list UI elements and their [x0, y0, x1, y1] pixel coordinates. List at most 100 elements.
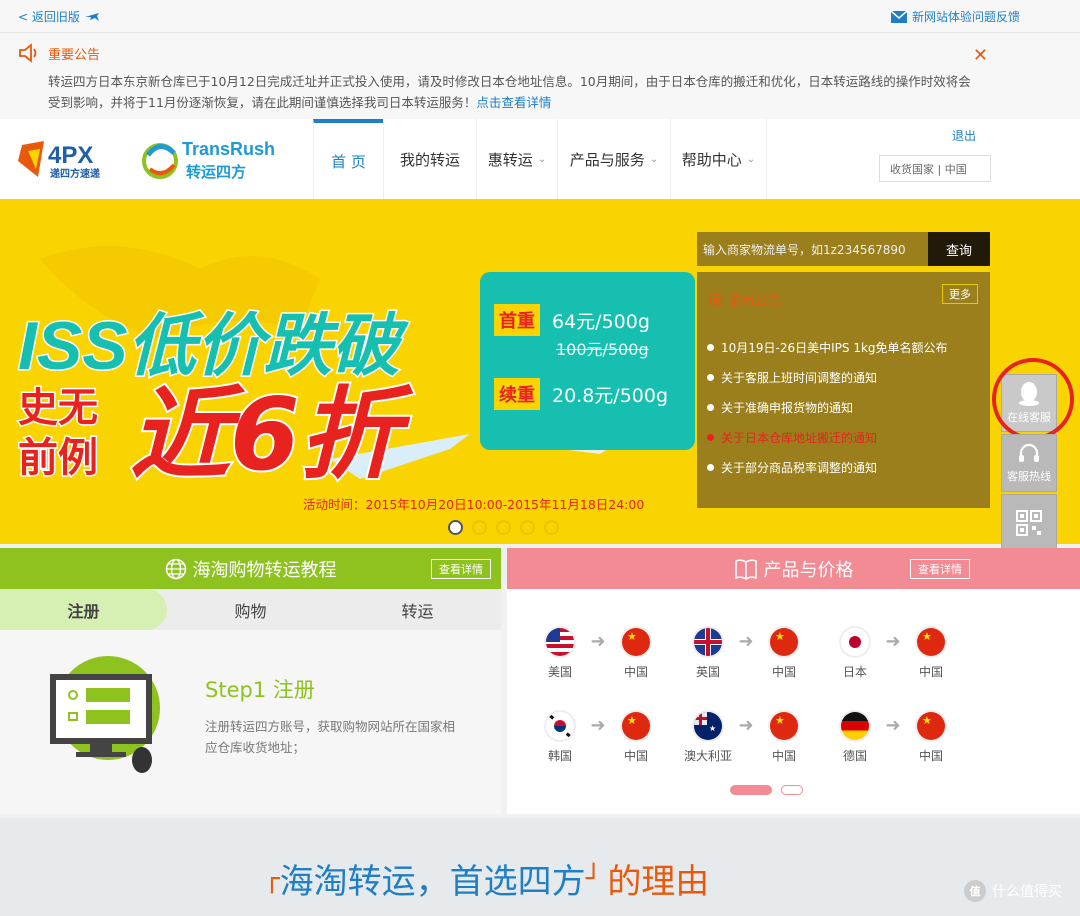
news-item-text: 关于部分商品税率调整的通知: [721, 460, 878, 475]
tracking-search-button[interactable]: 查询: [928, 232, 990, 266]
dest-label: 中国: [918, 749, 943, 763]
notice-title-text: 重要公告: [48, 47, 101, 63]
tracking-input[interactable]: 输入商家物流单号，如1z234567890: [697, 232, 928, 266]
feedback-label: 新网站体验问题反馈: [911, 10, 1020, 24]
products-page-dot[interactable]: [730, 785, 772, 795]
route-de-cn[interactable]: 德国 ➜ ★ 中国: [835, 712, 951, 764]
products-detail-button[interactable]: 查看详情: [910, 559, 970, 579]
route-jp-cn[interactable]: 日本 ➜ ★ 中国: [835, 628, 951, 680]
hotline-button[interactable]: 客服热线: [1001, 434, 1057, 492]
origin-label: 德国: [842, 749, 867, 763]
nav-home[interactable]: 首 页: [313, 119, 383, 199]
old-price: 100元/500g: [556, 340, 649, 359]
news-item[interactable]: 关于部分商品税率调整的通知: [707, 452, 948, 482]
banner-dot[interactable]: [472, 520, 487, 535]
dest-country: ★ 中国: [616, 628, 656, 680]
news-item[interactable]: 关于准确申报货物的通知: [707, 392, 948, 422]
origin-label: 美国: [547, 665, 572, 679]
products-header: 产品与价格 查看详情: [507, 548, 1080, 589]
nav-my-transport-label: 我的转运: [399, 150, 460, 169]
arrow-right-icon: ➜: [590, 715, 606, 736]
dest-country: ★ 中国: [764, 712, 804, 764]
globe-icon: [165, 558, 186, 579]
origin-country: 韩国: [540, 712, 580, 764]
monitor-register-icon: [50, 656, 160, 773]
products-page-dot[interactable]: [781, 785, 803, 795]
first-weight-row: 首重 64元/500g: [494, 304, 650, 336]
list-icon: [709, 292, 723, 307]
svg-text:递四方速递: 递四方速递: [50, 167, 100, 180]
banner-dot[interactable]: [448, 520, 463, 535]
bullet-icon: [707, 463, 714, 471]
news-list: 10月19日-26日美中IPS 1kg免单名额公布 关于客服上班时间调整的通知 …: [707, 332, 948, 482]
products-title: 产品与价格: [763, 559, 854, 581]
bullet-icon: [707, 343, 714, 351]
speaker-icon: [19, 43, 37, 63]
important-notice: 重要公告 转运四方日本东京新仓库已于10月12日完成迁址并正式投入使用，请及时修…: [0, 33, 1080, 119]
origin-country: 英国: [688, 628, 728, 680]
country-select[interactable]: 收货国家 | 中国: [879, 155, 991, 182]
news-more-button[interactable]: 更多: [942, 284, 978, 304]
news-item[interactable]: 10月19日-26日美中IPS 1kg免单名额公布: [707, 332, 948, 362]
nav-hui-transport[interactable]: 惠转运 ⌄: [476, 119, 557, 199]
news-title: 最新公告: [729, 294, 782, 309]
cn-flag-icon: ★: [770, 628, 798, 656]
chevron-down-icon: ⌄: [537, 153, 547, 165]
4px-logo[interactable]: 4PX 递四方速递: [18, 137, 134, 181]
route-uk-cn[interactable]: 英国 ➜ ★ 中国: [688, 628, 804, 680]
origin-country: ★ 澳大利亚: [684, 712, 732, 764]
jp-flag-icon: [841, 628, 869, 656]
nav-products-services[interactable]: 产品与服务 ⌄: [557, 119, 670, 199]
promo-banner[interactable]: ISS低价跌破 史无 前例 近6折 首重 64元/500g 100元/500g …: [0, 199, 1080, 544]
banner-dot[interactable]: [496, 520, 511, 535]
notice-detail-link[interactable]: 点击查看详情: [476, 95, 551, 110]
main-nav: 首 页 我的转运 惠转运 ⌄ 产品与服务 ⌄ 帮助中心 ⌄: [313, 119, 767, 199]
arrow-right-icon: ➜: [738, 631, 754, 652]
site-header: 4PX 递四方速递 TransRush 转运四方 首 页 我的转运 惠转运 ⌄ 产…: [0, 119, 1080, 199]
route-us-cn[interactable]: 美国 ➜ ★ 中国: [540, 628, 656, 680]
dest-country: ★ 中国: [911, 712, 951, 764]
cn-flag-icon: ★: [917, 712, 945, 740]
arrow-right-icon: ➜: [885, 631, 901, 652]
nav-help-center[interactable]: 帮助中心 ⌄: [670, 119, 767, 199]
cn-flag-icon: ★: [622, 628, 650, 656]
hotline-label: 客服热线: [1007, 470, 1051, 483]
slogan: ┌ 海淘转运，首选四方 ┘ 的理由: [264, 854, 709, 903]
activity-time: 活动时间：2015年10月20日10:00-2015年11月18日24:00: [303, 497, 645, 512]
origin-label: 韩国: [547, 749, 572, 763]
cn-flag-icon: ★: [770, 712, 798, 740]
top-bar: < 返回旧版 新网站体验问题反馈: [0, 0, 1080, 33]
close-icon[interactable]: ✕: [973, 45, 988, 66]
news-head: 最新公告: [709, 290, 781, 309]
reasons-section: ┌ 海淘转运，首选四方 ┘ 的理由 值 什么值得买: [0, 818, 1080, 916]
news-item[interactable]: 关于客服上班时间调整的通知: [707, 362, 948, 392]
banner-dot[interactable]: [544, 520, 559, 535]
news-item[interactable]: 关于日本仓库地址搬迁的通知: [707, 422, 948, 452]
kr-flag-icon: [546, 712, 574, 740]
arrow-right-icon: ➜: [885, 715, 901, 736]
dest-label: 中国: [918, 665, 943, 679]
nav-hui-transport-label: 惠转运: [487, 150, 533, 169]
nav-products-services-label: 产品与服务: [569, 150, 645, 169]
tab-transfer[interactable]: 转运: [334, 589, 501, 630]
cn-flag-icon: ★: [622, 712, 650, 740]
feedback-link[interactable]: 新网站体验问题反馈: [890, 8, 1020, 25]
qrcode-button[interactable]: [1001, 494, 1057, 552]
first-weight-price: 64元/500g: [552, 310, 650, 333]
first-weight-tag: 首重: [494, 304, 540, 336]
back-to-old-version-link[interactable]: < 返回旧版: [18, 8, 100, 25]
news-item-text: 关于准确申报货物的通知: [721, 400, 854, 415]
nav-my-transport[interactable]: 我的转运: [383, 119, 476, 199]
cont-weight-row: 续重 20.8元/500g: [494, 378, 668, 410]
route-kr-cn[interactable]: 韩国 ➜ ★ 中国: [540, 712, 656, 764]
tutorial-detail-button[interactable]: 查看详情: [431, 559, 491, 579]
transrush-logo[interactable]: TransRush 转运四方: [140, 135, 276, 183]
logout-link[interactable]: 退出: [952, 127, 976, 144]
tab-register[interactable]: 注册: [0, 589, 167, 630]
route-au-cn[interactable]: ★ 澳大利亚 ➜ ★ 中国: [684, 712, 804, 764]
tab-shopping[interactable]: 购物: [167, 589, 334, 630]
highlight-circle: [992, 358, 1074, 440]
banner-dot[interactable]: [520, 520, 535, 535]
bullet-icon: [707, 373, 714, 381]
news-item-text: 10月19日-26日美中IPS 1kg免单名额公布: [721, 340, 948, 355]
